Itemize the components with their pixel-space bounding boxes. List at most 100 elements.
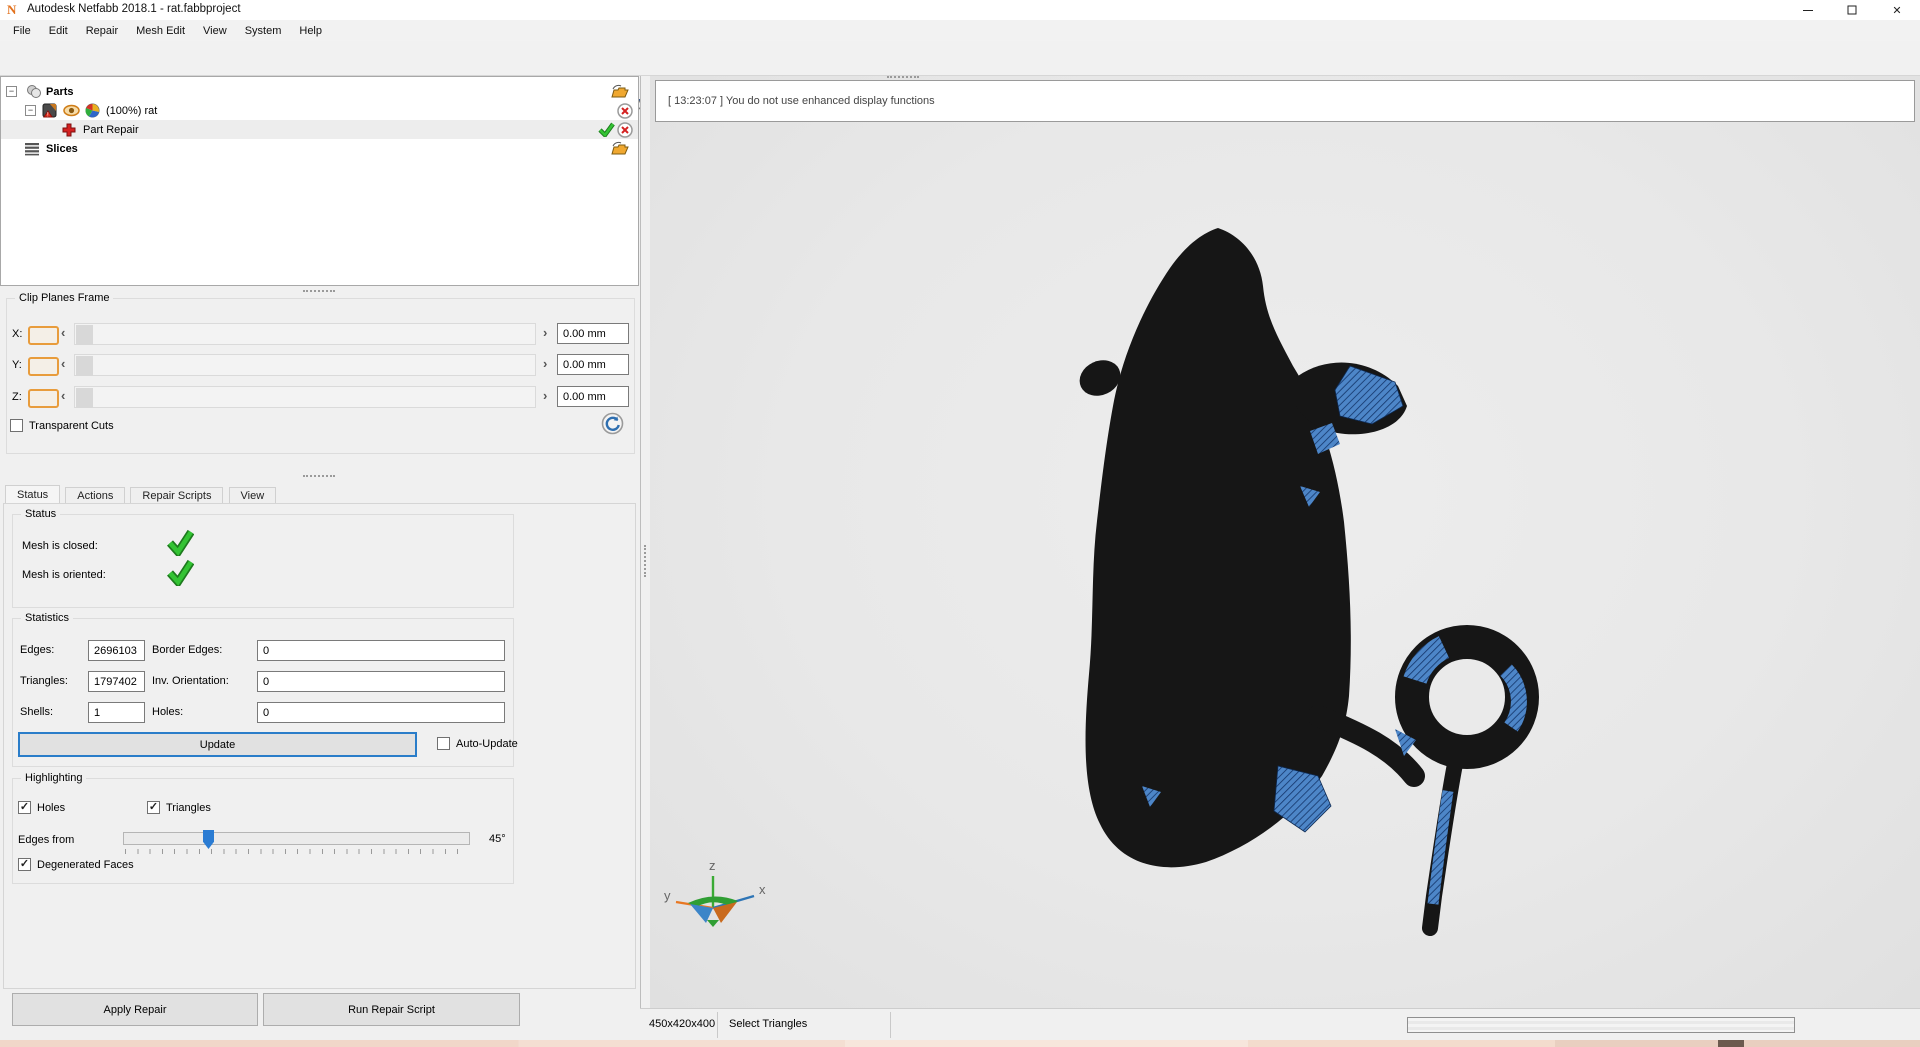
update-button[interactable]: Update bbox=[18, 732, 417, 757]
netfabb-logo-icon: N bbox=[7, 2, 17, 17]
menu-bar: File Edit Repair Mesh Edit View System H… bbox=[0, 20, 1920, 41]
tree-rat-label: (100%) rat bbox=[106, 104, 158, 117]
minimize-button[interactable] bbox=[1786, 0, 1830, 20]
triangles-label: Triangles: bbox=[20, 675, 68, 687]
shells-label: Shells: bbox=[20, 706, 54, 718]
edges-field[interactable] bbox=[88, 640, 145, 661]
holes-checkbox-label: Holes bbox=[37, 802, 66, 814]
tree-row-parts[interactable]: − Parts bbox=[1, 82, 638, 101]
clip-y-label: Y: bbox=[12, 359, 22, 371]
tree-repair-label: Part Repair bbox=[83, 123, 139, 136]
tree-parts-label: Parts bbox=[46, 85, 74, 98]
collapse-icon[interactable]: − bbox=[25, 105, 36, 116]
remove-repair-icon[interactable] bbox=[617, 121, 633, 138]
menu-edit[interactable]: Edit bbox=[40, 23, 77, 39]
splitter-handle[interactable] bbox=[303, 290, 335, 292]
3d-viewport[interactable]: [ 13:23:07 ] You do not use enhanced dis… bbox=[650, 76, 1920, 1008]
edges-angle-value: 45° bbox=[489, 833, 506, 845]
inv-orientation-field[interactable] bbox=[257, 671, 505, 692]
tree-row-part-repair[interactable]: Part Repair bbox=[1, 120, 638, 139]
menu-file[interactable]: File bbox=[4, 23, 40, 39]
clip-x-slider[interactable] bbox=[74, 323, 536, 345]
close-button[interactable]: ✕ bbox=[1874, 0, 1920, 20]
clip-z-slider[interactable] bbox=[74, 386, 536, 408]
tree-row-slices[interactable]: Slices bbox=[1, 139, 638, 158]
repair-ok-icon bbox=[598, 122, 615, 137]
clip-y-right-arrow[interactable]: › bbox=[543, 356, 547, 371]
slider-tick-marks bbox=[125, 849, 467, 854]
clip-y-value-field[interactable] bbox=[557, 354, 629, 375]
edges-label: Edges: bbox=[20, 644, 55, 656]
panel-splitter[interactable] bbox=[640, 76, 650, 1008]
holes-label: Holes: bbox=[152, 706, 184, 718]
rat-body bbox=[1085, 228, 1351, 868]
reset-clip-icon[interactable] bbox=[601, 412, 624, 435]
menu-mesh-edit[interactable]: Mesh Edit bbox=[127, 23, 194, 39]
menu-repair[interactable]: Repair bbox=[77, 23, 127, 39]
degenerated-faces-checkbox[interactable]: ✓ bbox=[18, 858, 31, 871]
menu-help[interactable]: Help bbox=[290, 23, 331, 39]
menu-view[interactable]: View bbox=[194, 23, 236, 39]
degenerated-faces-label: Degenerated Faces bbox=[37, 859, 134, 871]
part-thumbnail-icon: ! bbox=[42, 103, 57, 118]
clip-y-slider-thumb[interactable] bbox=[76, 356, 93, 376]
clip-z-plane-button[interactable] bbox=[28, 389, 59, 408]
remove-part-icon[interactable] bbox=[617, 102, 633, 119]
menu-system[interactable]: System bbox=[236, 23, 291, 39]
run-repair-script-button[interactable]: Run Repair Script bbox=[263, 993, 520, 1026]
clip-z-value-field[interactable] bbox=[557, 386, 629, 407]
clip-z-right-arrow[interactable]: › bbox=[543, 388, 547, 403]
mesh-oriented-check-icon bbox=[167, 559, 194, 586]
orientation-axes: z y x bbox=[664, 858, 766, 927]
auto-update-checkbox[interactable] bbox=[437, 737, 450, 750]
clip-z-left-arrow[interactable]: ‹ bbox=[61, 388, 65, 403]
highlighting-group-title: Highlighting bbox=[21, 772, 87, 784]
triangles-checkbox[interactable]: ✓ bbox=[147, 801, 160, 814]
clip-y-left-arrow[interactable]: ‹ bbox=[61, 356, 65, 371]
mesh-closed-check-icon bbox=[167, 529, 194, 556]
statistics-group-title: Statistics bbox=[21, 612, 74, 624]
collapse-icon[interactable]: − bbox=[6, 86, 17, 97]
apply-repair-button[interactable]: Apply Repair bbox=[12, 993, 258, 1026]
shells-field[interactable] bbox=[88, 702, 145, 723]
clip-x-slider-thumb[interactable] bbox=[76, 325, 93, 345]
folder-icon[interactable] bbox=[609, 141, 631, 157]
tab-status[interactable]: Status bbox=[5, 485, 61, 504]
clip-x-value-field[interactable] bbox=[557, 323, 629, 344]
triangles-checkbox-label: Triangles bbox=[166, 802, 211, 814]
status-bar: 450x420x400 Select Triangles bbox=[640, 1008, 1920, 1040]
model-dimensions: 450x420x400 bbox=[649, 1018, 716, 1030]
visibility-eye-icon[interactable] bbox=[63, 104, 80, 117]
window-title: Autodesk Netfabb 2018.1 - rat.fabbprojec… bbox=[27, 3, 241, 15]
clip-x-plane-button[interactable] bbox=[28, 326, 59, 345]
parts-tree: − Parts − ! (100%) rat Part Repair Slice… bbox=[0, 76, 639, 286]
holes-field[interactable] bbox=[257, 702, 505, 723]
folder-icon[interactable] bbox=[609, 84, 631, 100]
inv-orientation-label: Inv. Orientation: bbox=[152, 675, 229, 687]
transparent-cuts-label: Transparent Cuts bbox=[29, 420, 114, 432]
clip-z-slider-thumb[interactable] bbox=[76, 388, 93, 408]
edges-angle-slider[interactable] bbox=[123, 832, 470, 845]
parts-group-icon bbox=[27, 85, 41, 98]
auto-update-label: Auto-Update bbox=[456, 738, 518, 750]
tree-row-rat[interactable]: − ! (100%) rat bbox=[1, 101, 638, 120]
holes-checkbox[interactable]: ✓ bbox=[18, 801, 31, 814]
main-toolbar: i bbox=[0, 41, 1920, 115]
clip-z-label: Z: bbox=[12, 391, 22, 403]
triangles-field[interactable] bbox=[88, 671, 145, 692]
maximize-button[interactable] bbox=[1830, 0, 1874, 20]
clip-x-label: X: bbox=[12, 328, 23, 340]
border-edges-field[interactable] bbox=[257, 640, 505, 661]
status-group: Status bbox=[12, 508, 514, 608]
splitter-handle[interactable] bbox=[303, 475, 335, 477]
status-group-title: Status bbox=[21, 508, 61, 520]
clip-x-right-arrow[interactable]: › bbox=[543, 325, 547, 340]
clip-x-left-arrow[interactable]: ‹ bbox=[61, 325, 65, 340]
x-axis-label: x bbox=[759, 882, 766, 897]
background-window-strip bbox=[0, 1040, 1920, 1047]
interaction-mode: Select Triangles bbox=[729, 1018, 808, 1030]
color-wheel-icon[interactable] bbox=[85, 103, 100, 118]
clip-y-plane-button[interactable] bbox=[28, 357, 59, 376]
clip-y-slider[interactable] bbox=[74, 354, 536, 376]
transparent-cuts-checkbox[interactable] bbox=[10, 419, 23, 432]
